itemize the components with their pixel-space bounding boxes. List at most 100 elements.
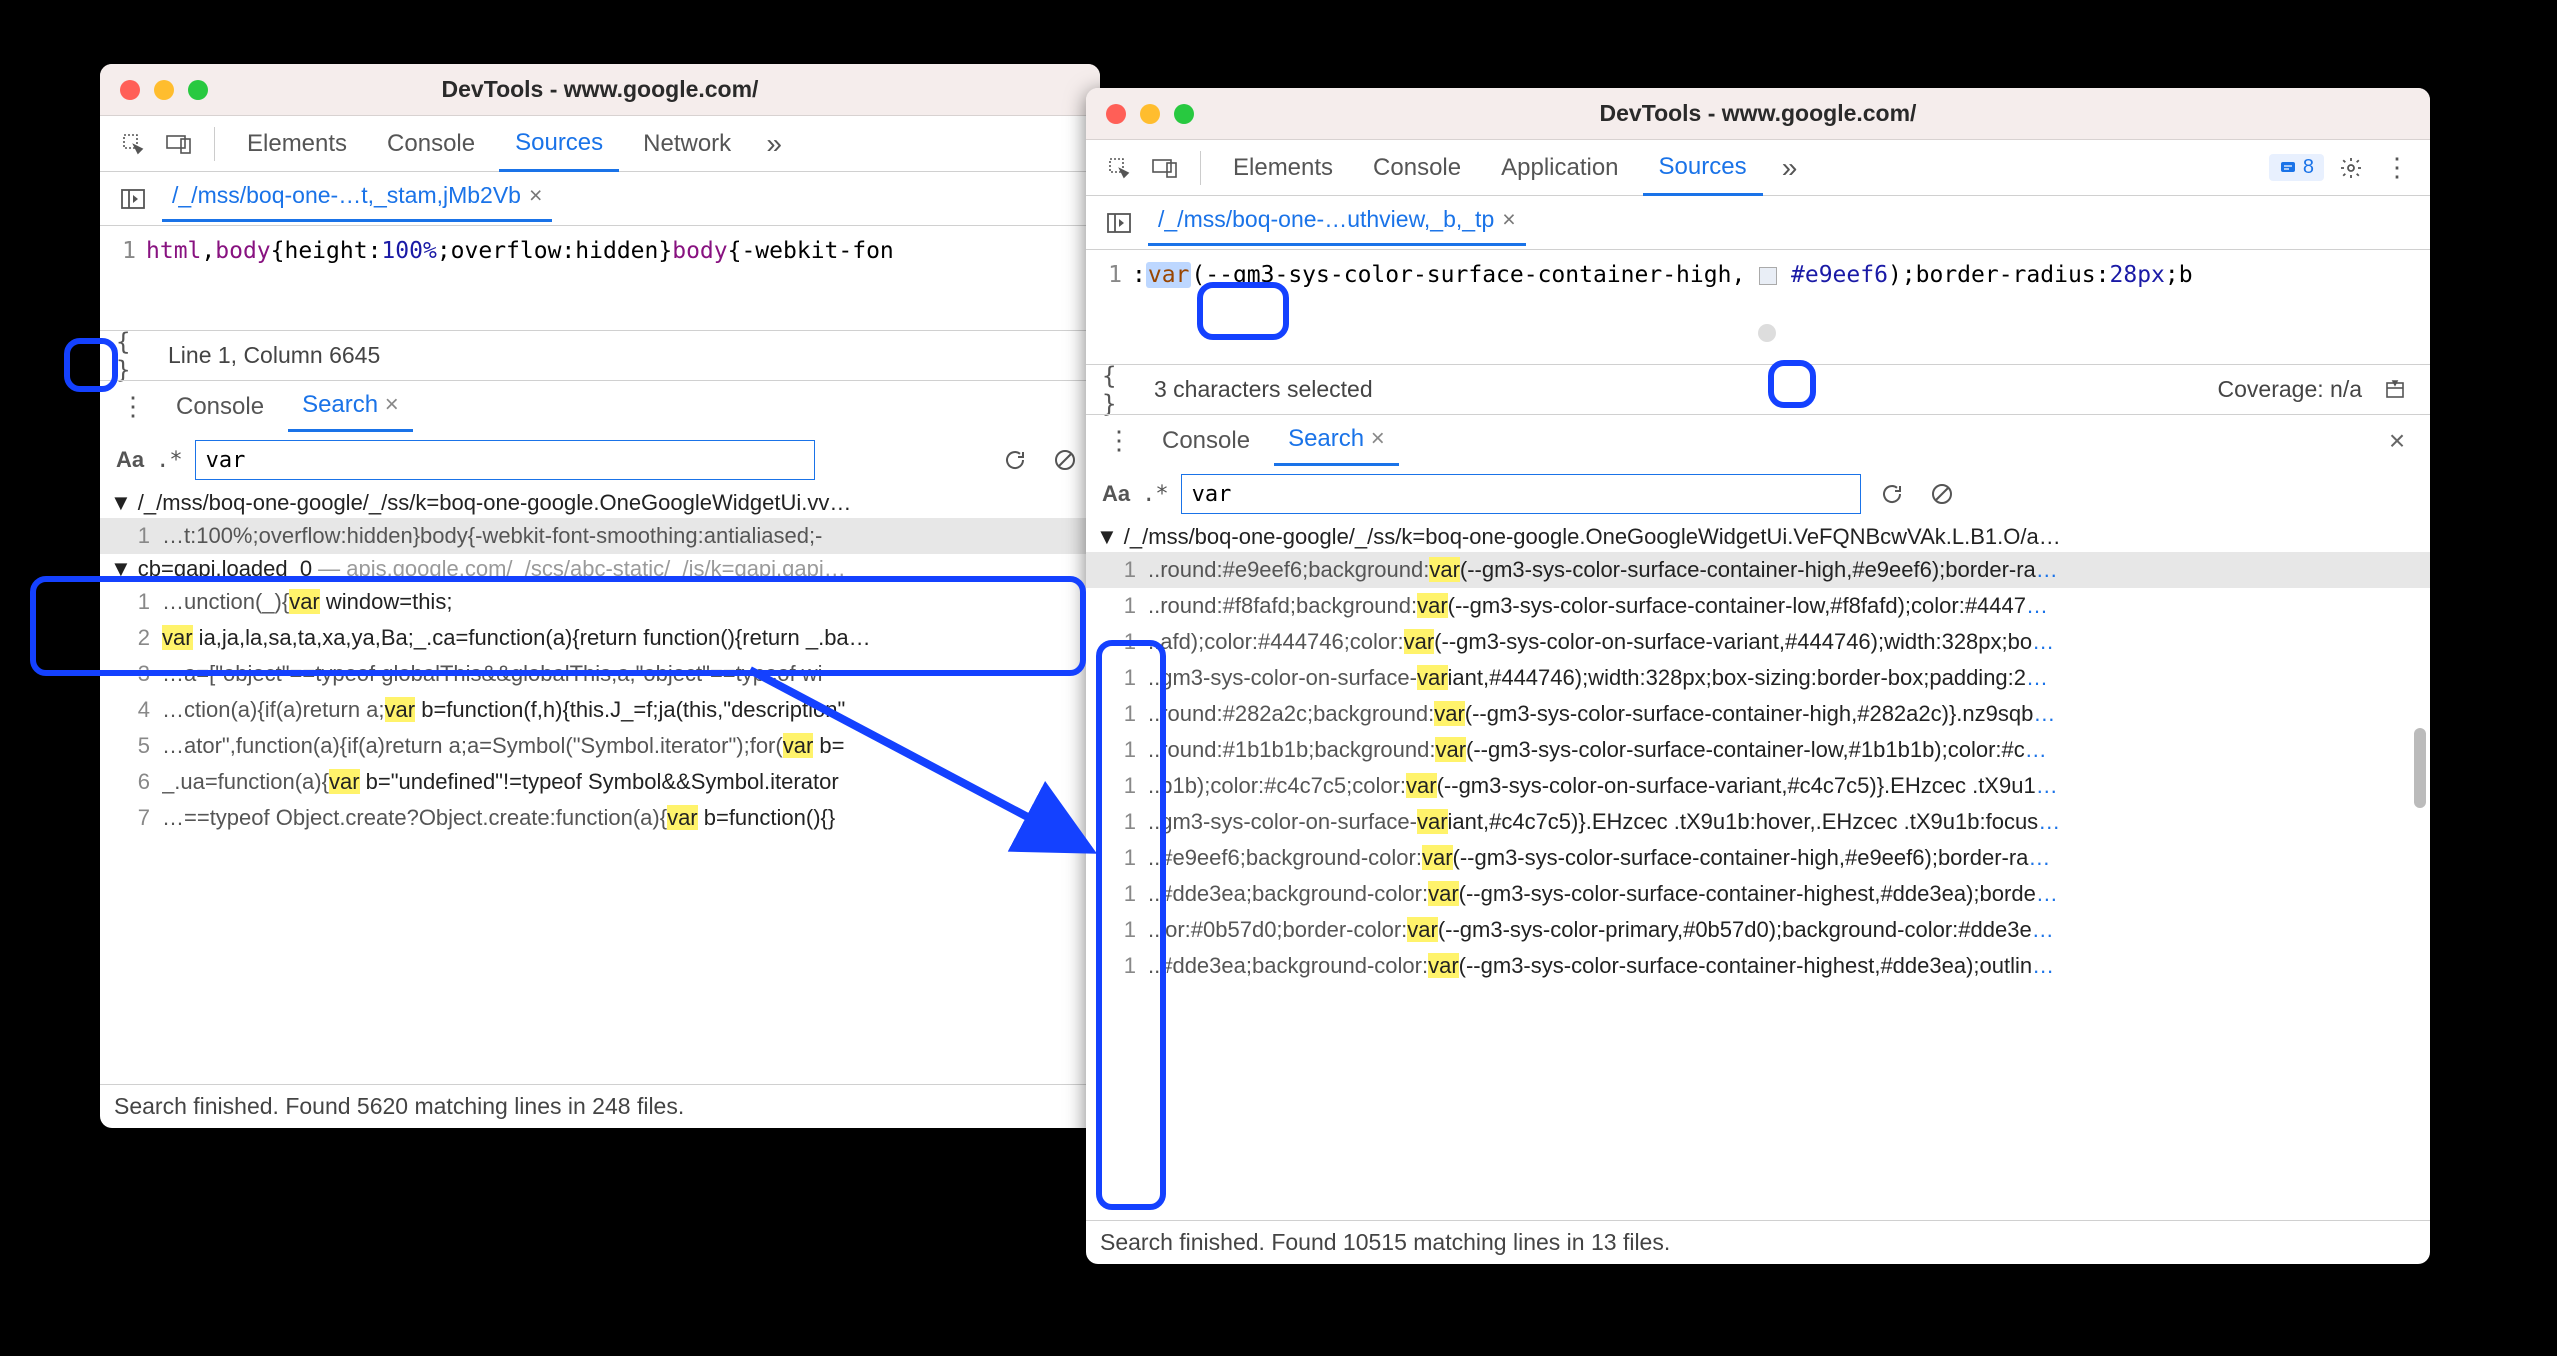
- result-file-header[interactable]: ▼/_/mss/boq-one-google/_/ss/k=boq-one-go…: [100, 488, 1100, 518]
- device-toolbar-icon[interactable]: [160, 125, 198, 163]
- titlebar[interactable]: DevTools - www.google.com/: [1086, 88, 2430, 140]
- result-line[interactable]: 1..#dde3ea;background-color:var(--gm3-sy…: [1086, 876, 2430, 912]
- result-line[interactable]: 1..round:#282a2c;background:var(--gm3-sy…: [1086, 696, 2430, 732]
- result-line[interactable]: 4…ction(a){if(a)return a;var b=function(…: [100, 692, 1100, 728]
- result-line[interactable]: 6_.ua=function(a){var b="undefined"!=typ…: [100, 764, 1100, 800]
- result-line[interactable]: 1…t:100%;overflow:hidden}body{-webkit-fo…: [100, 518, 1100, 554]
- result-line[interactable]: 1..round:#1b1b1b;background:var(--gm3-sy…: [1086, 732, 2430, 768]
- more-tabs-icon[interactable]: »: [755, 125, 793, 163]
- result-line-number: 1: [100, 523, 162, 549]
- result-line[interactable]: 1..round:#e9eef6;background:var(--gm3-sy…: [1086, 552, 2430, 588]
- tab-elements[interactable]: Elements: [1217, 142, 1349, 194]
- result-line[interactable]: 2var ia,ja,la,sa,ta,xa,ya,Ba;_.ca=functi…: [100, 620, 1100, 656]
- disclosure-triangle-icon[interactable]: ▼: [1096, 524, 1118, 550]
- drawer-menu-icon[interactable]: ⋮: [1100, 425, 1138, 456]
- tab-console[interactable]: Console: [371, 118, 491, 170]
- maximize-icon[interactable]: [188, 80, 208, 100]
- scrollbar-thumb[interactable]: [2414, 728, 2426, 808]
- navigator-toggle-icon[interactable]: [1100, 204, 1138, 242]
- result-line-number: 1: [1086, 593, 1148, 619]
- file-tab[interactable]: /_/mss/boq-one-…t,_stam,jMb2Vb ×: [162, 176, 552, 222]
- result-line[interactable]: 5…ator",function(a){if(a)return a;a=Symb…: [100, 728, 1100, 764]
- cursor-position: Line 1, Column 6645: [168, 342, 380, 369]
- result-line[interactable]: 1..lor:#0b57d0;border-color:var(--gm3-sy…: [1086, 912, 2430, 948]
- close-icon[interactable]: ×: [385, 391, 399, 418]
- disclosure-triangle-icon[interactable]: ▼: [110, 556, 132, 582]
- traffic-lights: [1106, 104, 1194, 124]
- clear-icon[interactable]: [1046, 441, 1084, 479]
- result-line-number: 1: [100, 589, 162, 615]
- pretty-print-icon[interactable]: { }: [1102, 371, 1140, 409]
- more-tabs-icon[interactable]: »: [1771, 149, 1809, 187]
- result-line[interactable]: 7…==typeof Object.create?Object.create:f…: [100, 800, 1100, 836]
- maximize-icon[interactable]: [1174, 104, 1194, 124]
- close-icon[interactable]: [1106, 104, 1126, 124]
- regex-icon[interactable]: .*: [1142, 482, 1169, 507]
- drawer-tab-search[interactable]: Search ×: [1274, 415, 1399, 466]
- result-file-dim: — apis.google.com/_/scs/abc-static/_/js/…: [318, 556, 846, 582]
- code-content[interactable]: html,body{height:100%;overflow:hidden}bo…: [146, 232, 1100, 264]
- result-line[interactable]: 1..gm3-sys-color-on-surface-variant,#444…: [1086, 660, 2430, 696]
- code-line[interactable]: 1 :var(--gm3-sys-color-surface-container…: [1086, 250, 2430, 294]
- tab-network[interactable]: Network: [627, 118, 747, 170]
- code-line[interactable]: 1 html,body{height:100%;overflow:hidden}…: [100, 226, 1100, 270]
- drawer-tab-console[interactable]: Console: [1148, 417, 1264, 465]
- tab-elements[interactable]: Elements: [231, 118, 363, 170]
- result-line[interactable]: 1..round:#f8fafd;background:var(--gm3-sy…: [1086, 588, 2430, 624]
- drawer-tab-search[interactable]: Search ×: [288, 381, 413, 432]
- result-line[interactable]: 3…a=["object"==typeof globalThis&&global…: [100, 656, 1100, 692]
- search-toolbar: Aa .*: [1086, 466, 2430, 522]
- result-file-header[interactable]: ▼cb=gapi.loaded_0 — apis.google.com/_/sc…: [100, 554, 1100, 584]
- result-line[interactable]: 1…unction(_){var window=this;: [100, 584, 1100, 620]
- search-input[interactable]: [195, 440, 815, 480]
- close-drawer-icon[interactable]: ×: [2378, 422, 2416, 460]
- result-line[interactable]: 1..#e9eef6;background-color:var(--gm3-sy…: [1086, 840, 2430, 876]
- drawer-menu-icon[interactable]: ⋮: [114, 391, 152, 422]
- tab-sources[interactable]: Sources: [1643, 141, 1763, 196]
- device-toolbar-icon[interactable]: [1146, 149, 1184, 187]
- tab-console[interactable]: Console: [1357, 142, 1477, 194]
- regex-icon[interactable]: .*: [156, 448, 183, 473]
- refresh-icon[interactable]: [1873, 475, 1911, 513]
- result-file-header[interactable]: ▼/_/mss/boq-one-google/_/ss/k=boq-one-go…: [1086, 522, 2430, 552]
- search-input[interactable]: [1181, 474, 1861, 514]
- refresh-icon[interactable]: [996, 441, 1034, 479]
- result-line-text: ..afd);color:#444746;color:var(--gm3-sys…: [1148, 629, 2054, 655]
- result-line-text: ..round:#e9eef6;background:var(--gm3-sys…: [1148, 557, 2058, 583]
- issues-badge[interactable]: 8: [2269, 154, 2324, 181]
- disclosure-triangle-icon[interactable]: ▼: [110, 490, 132, 516]
- pretty-print-icon[interactable]: { }: [116, 337, 154, 375]
- result-line[interactable]: 1..b1b);color:#c4c7c5;color:var(--gm3-sy…: [1086, 768, 2430, 804]
- minimize-icon[interactable]: [1140, 104, 1160, 124]
- close-icon[interactable]: ×: [1502, 206, 1515, 233]
- match-case-icon[interactable]: Aa: [1102, 481, 1130, 507]
- inspect-icon[interactable]: [114, 125, 152, 163]
- clear-icon[interactable]: [1923, 475, 1961, 513]
- file-tab[interactable]: /_/mss/boq-one-…uthview,_b,_tp ×: [1148, 200, 1526, 246]
- result-line[interactable]: 1..afd);color:#444746;color:var(--gm3-sy…: [1086, 624, 2430, 660]
- coverage-toggle-icon[interactable]: [2376, 371, 2414, 409]
- breakpoint-marker-icon[interactable]: [1758, 324, 1776, 342]
- result-line-number: 1: [1086, 773, 1148, 799]
- minimize-icon[interactable]: [154, 80, 174, 100]
- code-content[interactable]: :var(--gm3-sys-color-surface-container-h…: [1132, 256, 2430, 288]
- close-icon[interactable]: [120, 80, 140, 100]
- result-line[interactable]: 1..gm3-sys-color-on-surface-variant,#c4c…: [1086, 804, 2430, 840]
- navigator-toggle-icon[interactable]: [114, 180, 152, 218]
- close-icon[interactable]: ×: [529, 182, 542, 209]
- close-icon[interactable]: ×: [1371, 425, 1385, 452]
- match-case-icon[interactable]: Aa: [116, 447, 144, 473]
- search-results[interactable]: ▼/_/mss/boq-one-google/_/ss/k=boq-one-go…: [100, 488, 1100, 1084]
- drawer-tab-console[interactable]: Console: [162, 383, 278, 431]
- inspect-icon[interactable]: [1100, 149, 1138, 187]
- titlebar[interactable]: DevTools - www.google.com/: [100, 64, 1100, 116]
- tab-application[interactable]: Application: [1485, 142, 1634, 194]
- devtools-window-right: DevTools - www.google.com/ Elements Cons…: [1086, 88, 2430, 1264]
- coverage-status: Coverage: n/a: [2218, 376, 2362, 403]
- result-line-text: …==typeof Object.create?Object.create:fu…: [162, 805, 835, 831]
- settings-icon[interactable]: [2332, 149, 2370, 187]
- kebab-menu-icon[interactable]: ⋮: [2378, 149, 2416, 187]
- result-line[interactable]: 1..#dde3ea;background-color:var(--gm3-sy…: [1086, 948, 2430, 984]
- search-results[interactable]: ▼/_/mss/boq-one-google/_/ss/k=boq-one-go…: [1086, 522, 2430, 1220]
- tab-sources[interactable]: Sources: [499, 117, 619, 172]
